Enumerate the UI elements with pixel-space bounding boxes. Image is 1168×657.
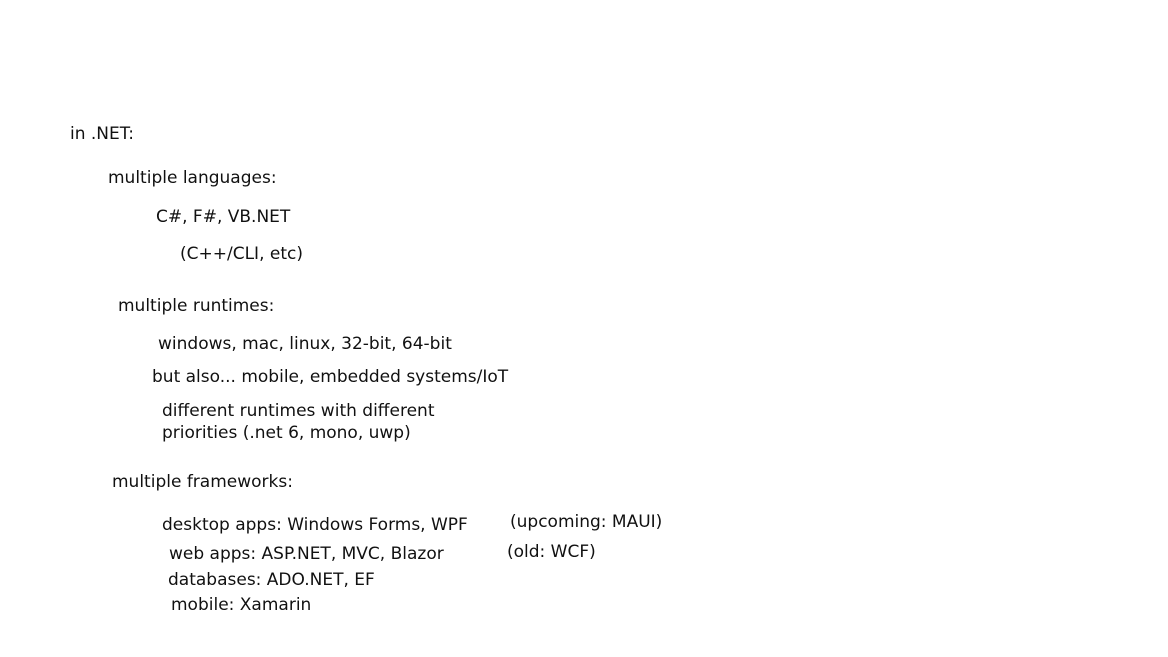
frameworks-web-note: (old: WCF) <box>507 542 596 562</box>
runtimes-platforms: windows, mac, linux, 32-bit, 64-bit <box>158 334 452 354</box>
notes-heading: in .NET: <box>70 124 135 144</box>
frameworks-web: web apps: ASP.NET, MVC, Blazor <box>169 544 444 564</box>
languages-label: multiple languages: <box>108 168 277 188</box>
runtimes-label: multiple runtimes: <box>118 296 275 316</box>
frameworks-databases: databases: ADO.NET, EF <box>168 570 375 590</box>
frameworks-label: multiple frameworks: <box>112 472 293 492</box>
runtimes-priorities-line1: different runtimes with different <box>162 401 435 421</box>
frameworks-mobile: mobile: Xamarin <box>171 595 312 615</box>
frameworks-desktop-note: (upcoming: MAUI) <box>510 512 663 532</box>
runtimes-also: but also... mobile, embedded systems/IoT <box>152 367 509 387</box>
frameworks-desktop: desktop apps: Windows Forms, WPF <box>162 515 468 535</box>
languages-main: C#, F#, VB.NET <box>156 207 291 227</box>
runtimes-priorities-line2: priorities (.net 6, mono, uwp) <box>162 423 411 443</box>
languages-others: (C++/CLI, etc) <box>180 244 303 264</box>
